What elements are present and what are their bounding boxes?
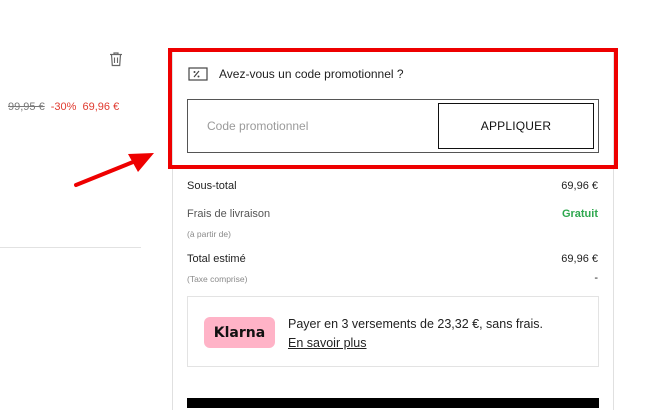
promo-code-header[interactable]: Avez-vous un code promotionnel ? bbox=[188, 66, 404, 82]
promo-code-form: APPLIQUER bbox=[187, 99, 599, 153]
annotation-arrow-icon bbox=[74, 153, 154, 187]
total-label: Total estimé bbox=[187, 253, 246, 265]
promo-code-title: Avez-vous un code promotionnel ? bbox=[219, 67, 404, 81]
klarna-message: Payer en 3 versements de 23,32 €, sans f… bbox=[288, 317, 543, 331]
checkout-button[interactable] bbox=[187, 398, 599, 408]
new-price: 69,96 € bbox=[82, 101, 120, 113]
klarna-banner: Klarna Payer en 3 versements de 23,32 €,… bbox=[187, 296, 599, 367]
tax-note: (Taxe comprise) bbox=[187, 274, 248, 284]
shipping-note: (à partir de) bbox=[187, 229, 231, 239]
subtotal-value: 69,96 € bbox=[561, 180, 598, 192]
divider bbox=[0, 247, 141, 248]
klarna-learn-more-link[interactable]: En savoir plus bbox=[288, 334, 367, 353]
subtotal-label: Sous-total bbox=[187, 180, 237, 192]
trash-icon[interactable] bbox=[109, 51, 123, 67]
tax-value: - bbox=[594, 272, 598, 284]
discount-badge: -30% bbox=[50, 101, 77, 113]
klarna-logo: Klarna bbox=[204, 317, 275, 348]
shipping-value: Gratuit bbox=[561, 208, 598, 220]
apply-button[interactable]: APPLIQUER bbox=[438, 103, 594, 149]
coupon-icon bbox=[188, 67, 208, 81]
product-price: 99,95 € -30% 69,96 € bbox=[8, 101, 119, 113]
old-price: 99,95 € bbox=[8, 101, 45, 113]
promo-code-input[interactable] bbox=[188, 100, 436, 152]
shipping-label: Frais de livraison bbox=[187, 208, 271, 220]
total-value: 69,96 € bbox=[561, 253, 598, 265]
